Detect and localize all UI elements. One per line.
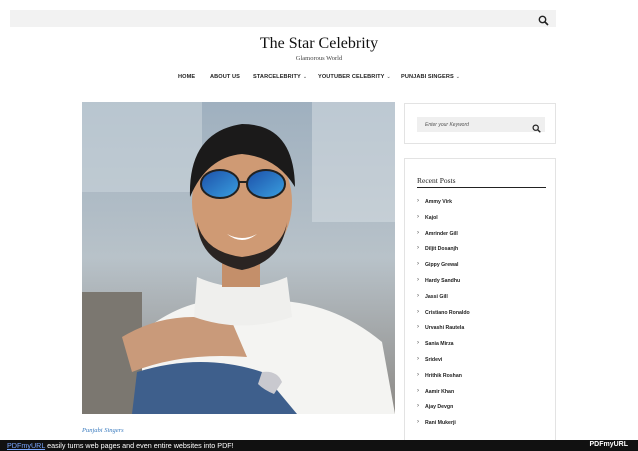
nav-home-label: HOME: [178, 74, 196, 80]
chevron-right-icon: ›: [417, 419, 419, 426]
chevron-down-icon: ⌄: [386, 74, 391, 80]
sidebar-search-input[interactable]: [417, 117, 525, 132]
recent-post-label: Urvashi Rautela: [425, 325, 465, 332]
site-tagline: Glamorous World: [295, 55, 343, 62]
search-icon[interactable]: [532, 120, 541, 133]
recent-post-label: Amrinder Gill: [425, 230, 458, 237]
chevron-right-icon: ›: [417, 229, 419, 236]
pdfmyurl-message: PDFmyURL easily turns web pages and even…: [7, 441, 234, 450]
nav-punjabi-singers-label: PUNJABI SINGERS: [401, 74, 454, 80]
recent-post-label: Aamir Khan: [425, 388, 455, 395]
search-icon[interactable]: [538, 13, 549, 26]
chevron-right-icon: ›: [417, 213, 419, 220]
nav-about-us[interactable]: ABOUT US: [210, 74, 240, 80]
chevron-down-icon: ⌄: [455, 74, 461, 80]
recent-post-label: Ajay Devgn: [425, 404, 454, 411]
chevron-right-icon: ›: [417, 324, 419, 331]
chevron-down-icon: ⌄: [302, 74, 308, 80]
chevron-right-icon: ›: [417, 340, 419, 347]
recent-post-label: Sridevi: [425, 357, 443, 363]
chevron-right-icon: ›: [417, 245, 419, 252]
recent-post-label: Hardy Sandhu: [425, 278, 461, 284]
main-nav: HOME ABOUT US STARCELEBRITY ⌄ YOUTUBER CE…: [0, 74, 638, 86]
recent-post-label: Diljit Dosanjh: [425, 246, 459, 253]
nav-starcelebrity-label: STARCELEBRITY: [253, 74, 301, 80]
sidebar-search-widget: [404, 103, 556, 144]
site-title[interactable]: The Star Celebrity: [0, 35, 638, 53]
nav-youtuber-celebrity-label: YOUTUBER CELEBRITY: [318, 74, 385, 80]
recent-posts-divider: [417, 187, 546, 188]
pdfmyurl-banner: PDFmyURL easily turns web pages and even…: [0, 440, 638, 451]
nav-home[interactable]: HOME: [178, 74, 195, 80]
pdfmyurl-logo[interactable]: PDFmyURL: [589, 441, 628, 448]
recent-post-label: Ammy Virk: [425, 199, 453, 205]
pdfmyurl-message-text: easily turns web pages and even entire w…: [45, 441, 234, 450]
chevron-right-icon: ›: [417, 356, 419, 362]
recent-post-label: Sania Mirza: [425, 341, 454, 348]
recent-post-label: Kajol: [425, 214, 438, 221]
recent-post-label: Gippy Grewal: [425, 262, 459, 269]
chevron-right-icon: ›: [417, 277, 419, 283]
featured-image[interactable]: [82, 102, 395, 414]
chevron-right-icon: ›: [417, 387, 419, 394]
chevron-right-icon: ›: [417, 261, 419, 268]
nav-punjabi-singers[interactable]: PUNJABI SINGERS ⌄: [401, 74, 460, 80]
recent-posts-title: Recent Posts: [417, 176, 456, 185]
chevron-right-icon: ›: [417, 403, 419, 410]
recent-post-label: Hrithik Roshan: [425, 372, 462, 379]
chevron-right-icon: ›: [417, 198, 419, 204]
recent-post-label: Jassi Gill: [425, 293, 448, 300]
recent-post-label: Cristiano Ronaldo: [425, 309, 470, 316]
chevron-right-icon: ›: [417, 371, 419, 378]
nav-youtuber-celebrity[interactable]: YOUTUBER CELEBRITY ⌄: [318, 74, 391, 80]
nav-about-us-label: ABOUT US: [210, 74, 241, 80]
nav-starcelebrity[interactable]: STARCELEBRITY ⌄: [253, 74, 307, 80]
chevron-right-icon: ›: [417, 308, 419, 315]
top-search-bar: [10, 10, 556, 27]
pdfmyurl-link[interactable]: PDFmyURL: [7, 441, 45, 450]
chevron-right-icon: ›: [417, 292, 419, 299]
recent-posts-widget: Recent Posts › Ammy Virk › Kajol › Amrinder G…: [404, 158, 556, 448]
recent-post-label: Rani Mukerji: [425, 420, 456, 427]
post-category-link[interactable]: Punjabi Singers: [82, 427, 124, 434]
sidebar-search-form: [417, 117, 545, 133]
